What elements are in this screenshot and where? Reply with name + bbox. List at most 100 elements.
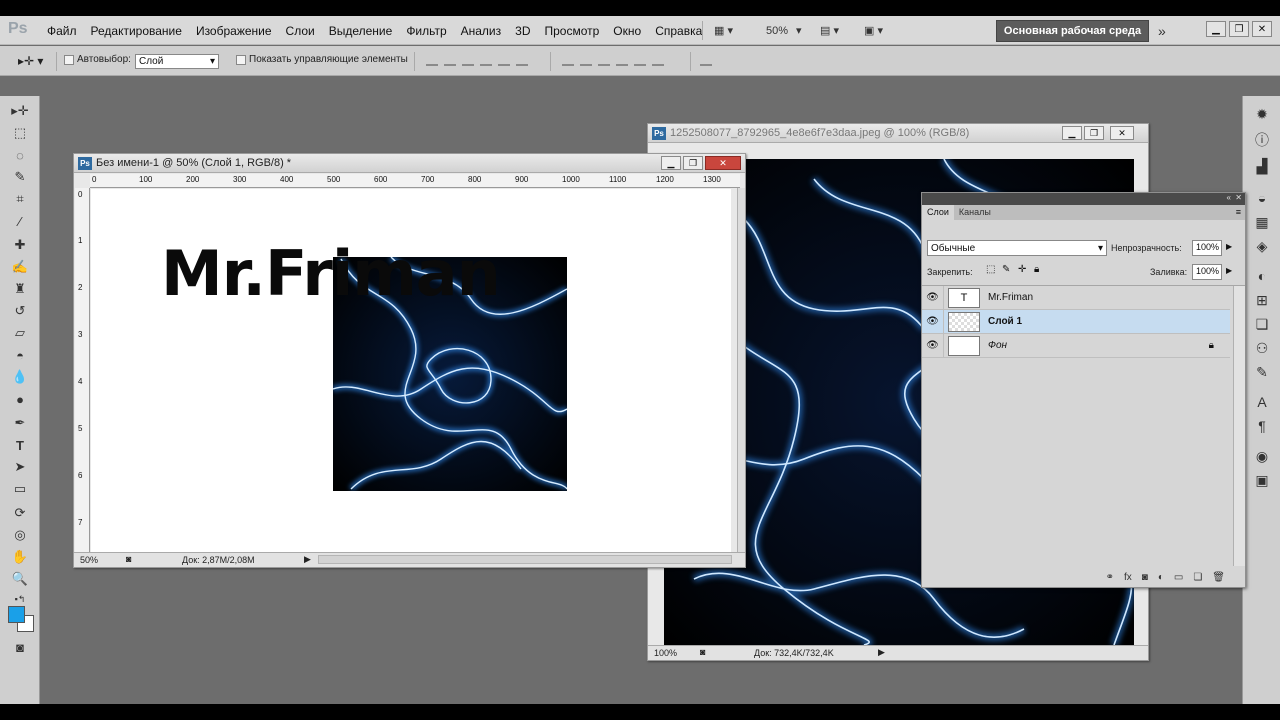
eraser-tool-icon[interactable]: ▱ [10, 324, 30, 342]
menu-image[interactable]: Изображение [189, 24, 279, 38]
layer-row-background[interactable]: 👁︎ Фон 🔒︎ [922, 333, 1230, 358]
distribute-vcenter-icon[interactable] [580, 54, 592, 66]
menu-window[interactable]: Окно [606, 24, 648, 38]
adjustment-layer-icon[interactable]: ◐ [1158, 572, 1164, 583]
minimize-icon[interactable]: ▁ [1062, 126, 1082, 140]
3d-orbit-tool-icon[interactable]: ◎ [10, 526, 30, 544]
layer-style-icon[interactable]: fx [1124, 572, 1132, 583]
show-controls-checkbox[interactable] [236, 54, 246, 65]
eye-icon[interactable]: 👁︎ [922, 309, 944, 334]
type-tool-icon[interactable]: T [10, 436, 30, 454]
zoom-tool-icon[interactable]: 🔍 [10, 570, 30, 588]
layers-icon[interactable]: ❏ [1252, 314, 1272, 334]
menu-select[interactable]: Выделение [322, 24, 400, 38]
menu-analysis[interactable]: Анализ [454, 24, 509, 38]
3d-rotate-tool-icon[interactable]: ⟳ [10, 504, 30, 522]
status-arrow-icon[interactable]: ▶ [878, 647, 885, 658]
menu-view[interactable]: Просмотр [537, 24, 606, 38]
quick-select-tool-icon[interactable]: ✎ [10, 168, 30, 186]
collapse-icon[interactable]: « [1227, 193, 1231, 202]
fill-arrow-icon[interactable]: ▶ [1226, 266, 1232, 275]
swatches-icon[interactable]: ▦ [1252, 212, 1272, 232]
zoom-level[interactable]: 50% [80, 555, 98, 565]
align-right-icon[interactable] [516, 54, 528, 66]
opacity-arrow-icon[interactable]: ▶ [1226, 242, 1232, 251]
fill-field[interactable]: 100% [1192, 264, 1222, 280]
eyedropper-tool-icon[interactable]: ⁄ [10, 212, 30, 230]
tab-channels[interactable]: Каналы [954, 205, 996, 220]
bridge-button[interactable]: ▦ ▾ [714, 21, 733, 40]
masks-icon[interactable]: ⊞ [1252, 290, 1272, 310]
lock-pixels-icon[interactable]: ✎ [1002, 264, 1010, 275]
history-brush-tool-icon[interactable]: ↺ [10, 302, 30, 320]
auto-align-icon[interactable] [700, 54, 712, 66]
restore-icon[interactable]: ❐ [683, 156, 703, 170]
foreground-color-swatch[interactable] [8, 606, 25, 623]
autoselect-checkbox[interactable] [64, 54, 74, 65]
close-icon[interactable]: ✕ [705, 156, 741, 170]
restore-icon[interactable]: ❐ [1229, 21, 1249, 37]
menu-edit[interactable]: Редактирование [84, 24, 189, 38]
crop-tool-icon[interactable]: ⌗ [10, 190, 30, 208]
document-titlebar[interactable]: Ps 1252508077_8792965_4e8e6f7e3daa.jpeg … [648, 124, 1148, 143]
marquee-tool-icon[interactable]: ⬚ [10, 124, 30, 142]
lock-position-icon[interactable]: ✛ [1018, 264, 1026, 275]
vertical-scrollbar[interactable] [737, 188, 745, 552]
blend-mode-select[interactable]: Обычные ▾ [927, 240, 1107, 256]
screen-mode-button[interactable]: ▣ ▾ [864, 21, 883, 40]
character-icon[interactable]: A [1252, 392, 1272, 412]
link-layers-icon[interactable]: ⚭ [1106, 572, 1114, 583]
expand-workspaces-icon[interactable]: » [1158, 21, 1166, 40]
opacity-field[interactable]: 100% [1192, 240, 1222, 256]
add-mask-icon[interactable]: ◙ [1142, 572, 1148, 583]
close-icon[interactable]: ✕ [1110, 126, 1134, 140]
clone-source-icon[interactable]: ◉ [1252, 446, 1272, 466]
move-tool-icon[interactable]: ▸✛ [10, 102, 30, 120]
distribute-top-icon[interactable] [562, 54, 574, 66]
status-menu-icon[interactable]: ◙ [700, 647, 705, 657]
document-titlebar[interactable]: Ps Без имени-1 @ 50% (Слой 1, RGB/8) * ▁… [74, 154, 745, 173]
workspace-button[interactable]: Основная рабочая среда [996, 20, 1149, 42]
layer-row-text[interactable]: 👁︎ T Mr.Friman [922, 285, 1230, 310]
minimize-icon[interactable]: ▁ [1206, 21, 1226, 37]
healing-brush-tool-icon[interactable]: ✚ [10, 236, 30, 254]
dodge-tool-icon[interactable]: ● [10, 390, 30, 408]
paint-bucket-tool-icon[interactable]: ◓ [10, 346, 30, 364]
menu-filter[interactable]: Фильтр [399, 24, 453, 38]
blur-tool-icon[interactable]: 💧 [10, 368, 30, 386]
info-icon[interactable]: ⓘ [1252, 130, 1272, 150]
panel-menu-icon[interactable]: ≡ [1236, 207, 1241, 217]
zoom-select[interactable]: 50% ▾ [766, 21, 802, 40]
lock-transparent-icon[interactable]: ⬚ [986, 264, 995, 275]
shape-tool-icon[interactable]: ▭ [10, 480, 30, 498]
autoselect-select[interactable]: Слой ▾ [135, 54, 219, 69]
tool-presets-icon[interactable]: ▣ [1252, 470, 1272, 490]
minimize-icon[interactable]: ▁ [661, 156, 681, 170]
distribute-left-icon[interactable] [616, 54, 628, 66]
quick-mask-icon[interactable]: ◙ [10, 638, 30, 656]
tab-layers[interactable]: Слои [922, 205, 954, 220]
menu-help[interactable]: Справка [648, 24, 709, 38]
close-icon[interactable]: ✕ [1252, 21, 1272, 37]
lock-all-icon[interactable]: 🔒︎ [1034, 264, 1039, 275]
text-layer-mrfriman[interactable]: Mr.Friman [161, 237, 501, 310]
align-top-icon[interactable] [426, 54, 438, 66]
pen-tool-icon[interactable]: ✒ [10, 414, 30, 432]
arrange-docs-button[interactable]: ▤ ▾ [820, 21, 839, 40]
move-tool-icon[interactable]: ▸✛ ▾ [18, 54, 43, 68]
distribute-bottom-icon[interactable] [598, 54, 610, 66]
paths-icon[interactable]: ✎ [1252, 362, 1272, 382]
styles-icon[interactable]: ◈ [1252, 236, 1272, 256]
align-left-icon[interactable] [480, 54, 492, 66]
trash-icon[interactable]: 🗑︎ [1212, 572, 1225, 583]
brush-tool-icon[interactable]: ✍ [10, 258, 30, 276]
close-icon[interactable]: ✕ [1235, 193, 1242, 202]
adjustments-icon[interactable]: ◐ [1252, 266, 1272, 286]
color-icon[interactable]: ◒ [1252, 188, 1272, 208]
path-select-tool-icon[interactable]: ➤ [10, 458, 30, 476]
menu-layers[interactable]: Слои [279, 24, 322, 38]
menu-file[interactable]: Файл [40, 24, 84, 38]
eye-icon[interactable]: 👁︎ [922, 285, 944, 310]
untitled-canvas[interactable]: Mr.Friman [91, 189, 731, 552]
histogram-icon[interactable]: ▟ [1252, 156, 1272, 176]
